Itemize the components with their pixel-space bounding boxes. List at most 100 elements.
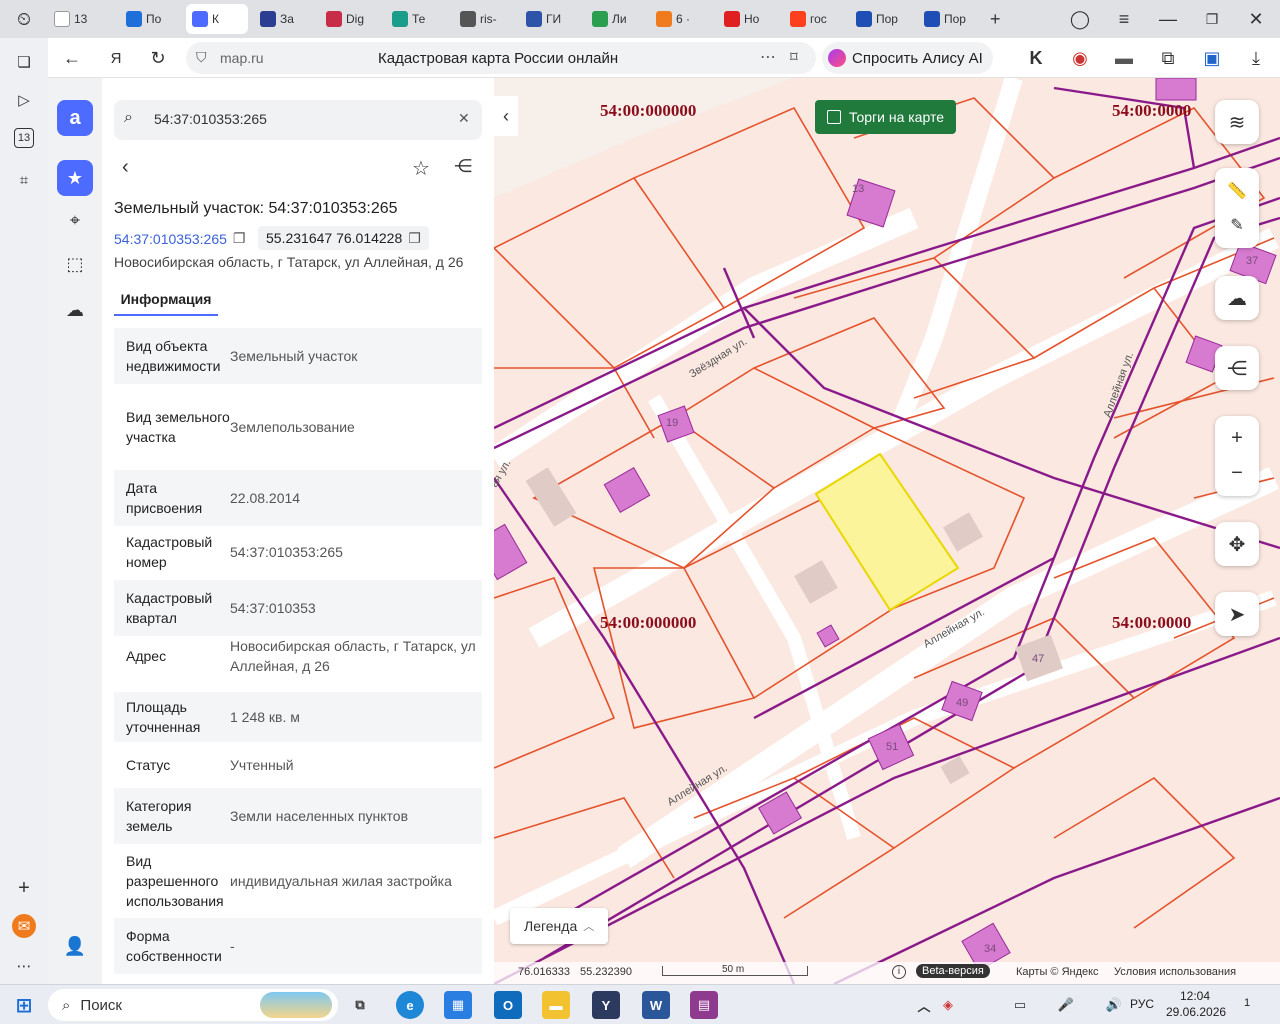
calendar-icon[interactable]: 13 [14, 128, 34, 148]
tab-label: Ли [612, 12, 627, 26]
tab-favicon-icon [392, 11, 408, 27]
layers-button[interactable]: ≋ [1215, 100, 1259, 144]
favorite-star-icon[interactable]: ☆ [412, 156, 430, 181]
menu-icon[interactable]: ≡ [1110, 5, 1138, 33]
coords-chip[interactable]: 55.231647 76.014228 ❐ [258, 226, 429, 250]
cadastral-link-text[interactable]: 54:37:010353:265 [114, 231, 227, 247]
screenshot-icon[interactable]: ⌗ [12, 168, 36, 192]
yandex-icon[interactable]: Я [102, 44, 130, 72]
extension-puzzle-icon[interactable]: ⧉ [1154, 44, 1182, 72]
history-icon[interactable]: ⏲ [10, 5, 38, 33]
tab-information[interactable]: Информация [114, 284, 218, 316]
search-box[interactable]: ⌕ 54:37:010353:265 ✕ [114, 100, 482, 140]
info-row: Дата присвоения 22.08.2014 [114, 470, 482, 526]
download-icon[interactable]: ⤓ [1242, 44, 1270, 72]
extension-bar-icon[interactable]: ▬ [1110, 44, 1138, 72]
share-icon[interactable]: ⋲ [454, 156, 472, 177]
browser-tab[interactable]: Пор [850, 4, 912, 34]
back-arrow-icon[interactable]: ‹ [122, 156, 129, 179]
move-button[interactable]: ✥ [1215, 522, 1259, 566]
tray-app-icon[interactable]: ◈ [934, 991, 962, 1019]
more-dots-icon[interactable]: ⋯ [760, 47, 776, 67]
upload-button[interactable]: ☁ [1215, 276, 1259, 320]
select-area-icon[interactable]: ⬚ [57, 246, 93, 282]
browser-tab[interactable]: Но [718, 4, 778, 34]
browser-tab[interactable]: По [120, 4, 180, 34]
video-icon[interactable]: ▷ [12, 88, 36, 112]
browser-tab[interactable]: Ли [586, 4, 644, 34]
info-row-value: 54:37:010353 [230, 600, 316, 616]
taskbar-search[interactable]: ⌕ Поиск [48, 989, 338, 1021]
zoom-out-icon[interactable]: − [1231, 462, 1243, 485]
store-icon[interactable]: ▦ [444, 991, 472, 1019]
explorer-icon[interactable]: ▬ [542, 991, 570, 1019]
back-icon[interactable]: ← [58, 44, 86, 72]
browser-tab[interactable]: Те [386, 4, 446, 34]
browser-tab[interactable]: ris- [454, 4, 514, 34]
collapse-panel-button[interactable]: ‹ [494, 96, 518, 136]
ruler-button[interactable]: 📏 ✎ [1215, 168, 1259, 248]
tab-label: ris- [480, 12, 497, 26]
polygon-icon[interactable]: ⌖ [57, 202, 93, 238]
reload-icon[interactable]: ↻ [144, 44, 172, 72]
alice-button[interactable]: Спросить Алису AI [822, 42, 993, 74]
mail-app-icon[interactable]: ✉ [12, 914, 36, 938]
info-icon[interactable]: i [892, 965, 906, 979]
share-map-button[interactable]: ⋲ [1215, 346, 1259, 390]
copy-coords-icon[interactable]: ❐ [408, 230, 421, 247]
search-input[interactable]: 54:37:010353:265 [154, 111, 267, 127]
clear-search-icon[interactable]: ✕ [458, 110, 470, 127]
torgi-toggle[interactable]: Торги на карте [815, 100, 956, 134]
extension-k-icon[interactable]: K [1022, 44, 1050, 72]
browser-tab[interactable]: За [254, 4, 314, 34]
tray-network-icon[interactable]: ▭ [1006, 991, 1034, 1019]
more-icon[interactable]: ⋯ [12, 954, 36, 978]
user-icon[interactable]: 👤 [57, 928, 93, 964]
yandex-browser-icon[interactable]: Y [592, 991, 620, 1019]
terms-link[interactable]: Условия использования [1114, 966, 1236, 978]
browser-tab[interactable]: 13 [48, 4, 114, 34]
profile-icon[interactable]: ◯ [1066, 5, 1094, 33]
legend-button[interactable]: Легенда ︿ [510, 908, 609, 944]
archiver-icon[interactable]: ▤ [690, 991, 718, 1019]
ruler-icon[interactable]: 📏 [1227, 181, 1247, 201]
app-logo[interactable]: a [57, 100, 93, 136]
notification-badge[interactable]: 1 [1244, 997, 1250, 1009]
word-icon[interactable]: W [642, 991, 670, 1019]
add-panel-icon[interactable]: + [12, 876, 36, 900]
close-window-icon[interactable]: ✕ [1242, 5, 1270, 33]
cadastral-link[interactable]: 54:37:010353:265 ❐ [114, 230, 245, 247]
collections-icon[interactable]: ❏ [12, 50, 36, 74]
tray-mic-icon[interactable]: 🎤 [1052, 991, 1080, 1019]
minimize-icon[interactable]: — [1154, 5, 1182, 33]
bookmark-icon[interactable]: ⌑ [790, 48, 798, 66]
new-tab-button[interactable]: + [984, 4, 1007, 34]
edge-icon[interactable]: e [396, 991, 424, 1019]
browser-tab[interactable]: Dig [320, 4, 380, 34]
locate-button[interactable]: ➤ [1215, 592, 1259, 636]
task-view-icon[interactable]: ⧉ [346, 991, 374, 1019]
map-canvas[interactable]: 13 19 37 47 49 51 34 Звёздная ул. Аллейная ул. А… [494, 78, 1280, 984]
windows-start-icon[interactable]: ⊞ [10, 991, 38, 1019]
extension-shield-icon[interactable]: ▣ [1198, 44, 1226, 72]
copyright-text[interactable]: Карты © Яндекс [1016, 966, 1099, 978]
edit-icon[interactable]: ✎ [1230, 215, 1243, 235]
zoom-in-icon[interactable]: + [1231, 427, 1243, 450]
copy-icon[interactable]: ❐ [233, 230, 246, 247]
browser-tab[interactable]: К [186, 4, 248, 34]
browser-tab[interactable]: Пор [918, 4, 978, 34]
extension-circle-icon[interactable]: ◉ [1066, 44, 1094, 72]
favorites-icon[interactable]: ★ [57, 160, 93, 196]
url-field[interactable]: ⛉ map.ru Кадастровая карта России онлайн… [186, 42, 816, 74]
tray-volume-icon[interactable]: 🔊 [1100, 991, 1128, 1019]
clock-time[interactable]: 12:04 [1180, 989, 1210, 1003]
outlook-icon[interactable]: O [494, 991, 522, 1019]
cloud-icon[interactable]: ☁ [57, 292, 93, 328]
clock-date[interactable]: 29.06.2026 [1166, 1005, 1226, 1019]
checkbox-icon[interactable] [827, 110, 841, 124]
browser-tab[interactable]: 6 · [650, 4, 712, 34]
language-indicator[interactable]: РУС [1130, 997, 1154, 1011]
restore-icon[interactable]: ❐ [1198, 5, 1226, 33]
browser-tab[interactable]: гос [784, 4, 844, 34]
browser-tab[interactable]: ГИ [520, 4, 580, 34]
